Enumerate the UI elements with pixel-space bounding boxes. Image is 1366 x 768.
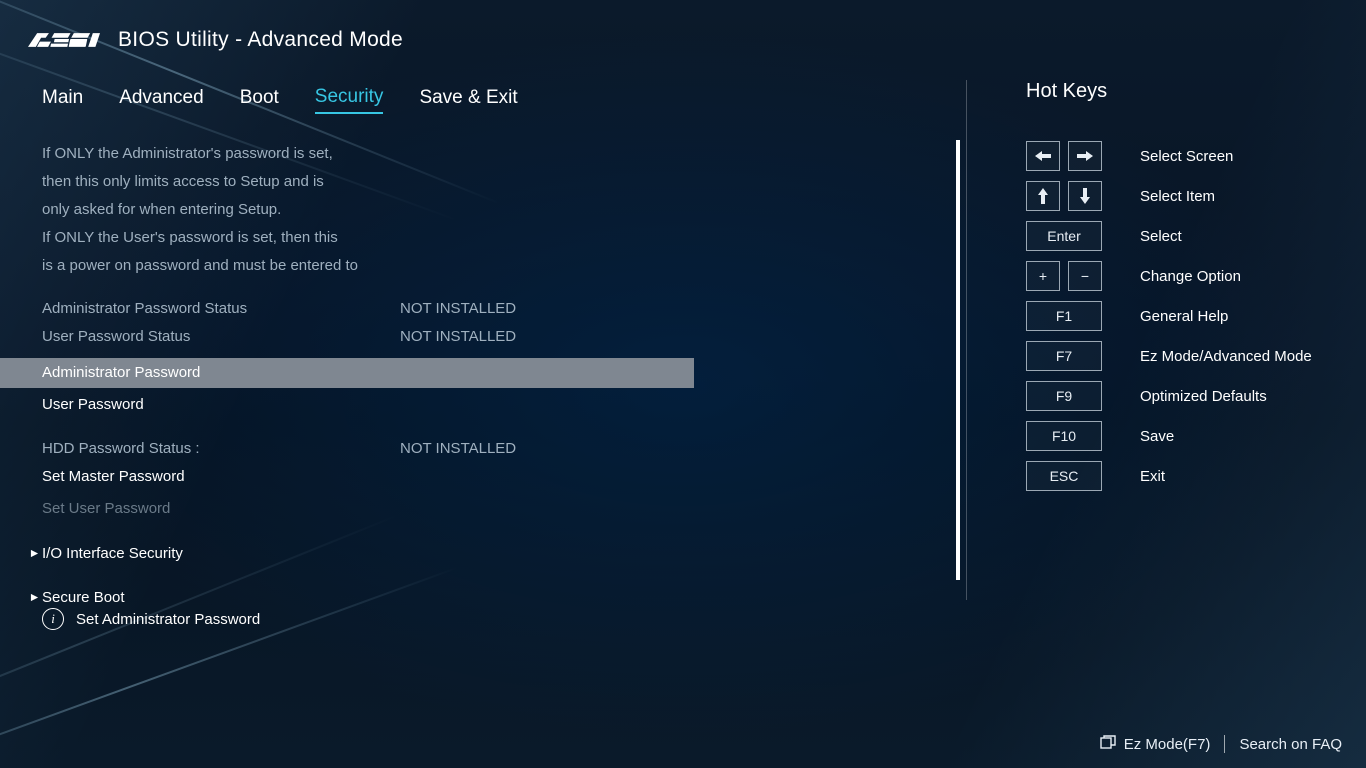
key-f10: F10 [1026, 421, 1102, 451]
scrollbar[interactable] [956, 140, 960, 580]
vertical-separator [966, 80, 967, 600]
administrator-password-item[interactable]: Administrator Password [0, 358, 694, 388]
asus-logo-icon [28, 30, 100, 50]
key-minus: − [1068, 261, 1102, 291]
hotkey-select-item: Select Item [1026, 181, 1346, 211]
key-f1: F1 [1026, 301, 1102, 331]
scrollbar-thumb[interactable] [956, 140, 960, 580]
tab-main[interactable]: Main [42, 87, 83, 113]
password-info-text: If ONLY the Administrator's password is … [42, 140, 742, 280]
key-down-icon [1068, 181, 1102, 211]
hdd-password-status-label: HDD Password Status : [42, 440, 400, 457]
key-right-icon [1068, 141, 1102, 171]
key-left-icon [1026, 141, 1060, 171]
hotkey-general-help: F1 General Help [1026, 301, 1346, 331]
security-panel: If ONLY the Administrator's password is … [0, 120, 958, 598]
header-bar: BIOS Utility - Advanced Mode [0, 0, 1366, 80]
key-enter: Enter [1026, 221, 1102, 251]
key-up-icon [1026, 181, 1060, 211]
key-esc: ESC [1026, 461, 1102, 491]
io-interface-security-label: I/O Interface Security [42, 545, 183, 562]
key-f9: F9 [1026, 381, 1102, 411]
hotkey-optimized-defaults: F9 Optimized Defaults [1026, 381, 1346, 411]
search-faq-link[interactable]: Search on FAQ [1225, 736, 1356, 753]
user-password-status-value: NOT INSTALLED [400, 328, 516, 345]
hotkey-change-option: + − Change Option [1026, 261, 1346, 291]
admin-password-status-value: NOT INSTALLED [400, 300, 516, 317]
hdd-password-status-value: NOT INSTALLED [400, 440, 516, 457]
user-password-status-label: User Password Status [42, 328, 400, 345]
set-master-password-item[interactable]: Set Master Password [0, 462, 694, 492]
help-line: i Set Administrator Password [42, 608, 260, 630]
hotkey-save: F10 Save [1026, 421, 1346, 451]
hotkey-select: Enter Select [1026, 221, 1346, 251]
hotkeys-title: Hot Keys [1026, 80, 1346, 103]
hotkey-ez-mode: F7 Ez Mode/Advanced Mode [1026, 341, 1346, 371]
hdd-password-status-row: HDD Password Status : NOT INSTALLED [42, 434, 958, 462]
user-password-item[interactable]: User Password [0, 390, 694, 420]
submenu-arrow-icon [30, 549, 40, 558]
ez-mode-icon [1100, 735, 1116, 753]
help-text: Set Administrator Password [76, 611, 260, 628]
user-password-status-row: User Password Status NOT INSTALLED [42, 322, 958, 350]
tab-security[interactable]: Security [315, 86, 384, 114]
secure-boot-label: Secure Boot [42, 589, 125, 606]
tab-boot[interactable]: Boot [240, 87, 279, 113]
hotkey-exit: ESC Exit [1026, 461, 1346, 491]
admin-password-status-row: Administrator Password Status NOT INSTAL… [42, 294, 958, 322]
footer-bar: Ez Mode(F7) Search on FAQ [0, 720, 1366, 768]
hotkeys-panel: Hot Keys Select Screen Select Item Enter… [986, 80, 1366, 501]
hotkey-select-screen: Select Screen [1026, 141, 1346, 171]
page-title: BIOS Utility - Advanced Mode [118, 28, 403, 52]
tab-bar: Main Advanced Boot Security Save & Exit [0, 80, 966, 120]
info-icon: i [42, 608, 64, 630]
set-user-password-item: Set User Password [0, 494, 694, 524]
tab-save-exit[interactable]: Save & Exit [419, 87, 517, 113]
admin-password-status-label: Administrator Password Status [42, 300, 400, 317]
key-plus: + [1026, 261, 1060, 291]
submenu-arrow-icon [30, 593, 40, 602]
io-interface-security-submenu[interactable]: I/O Interface Security [42, 538, 958, 568]
tab-advanced[interactable]: Advanced [119, 87, 204, 113]
key-f7: F7 [1026, 341, 1102, 371]
ez-mode-link[interactable]: Ez Mode(F7) [1086, 735, 1225, 753]
